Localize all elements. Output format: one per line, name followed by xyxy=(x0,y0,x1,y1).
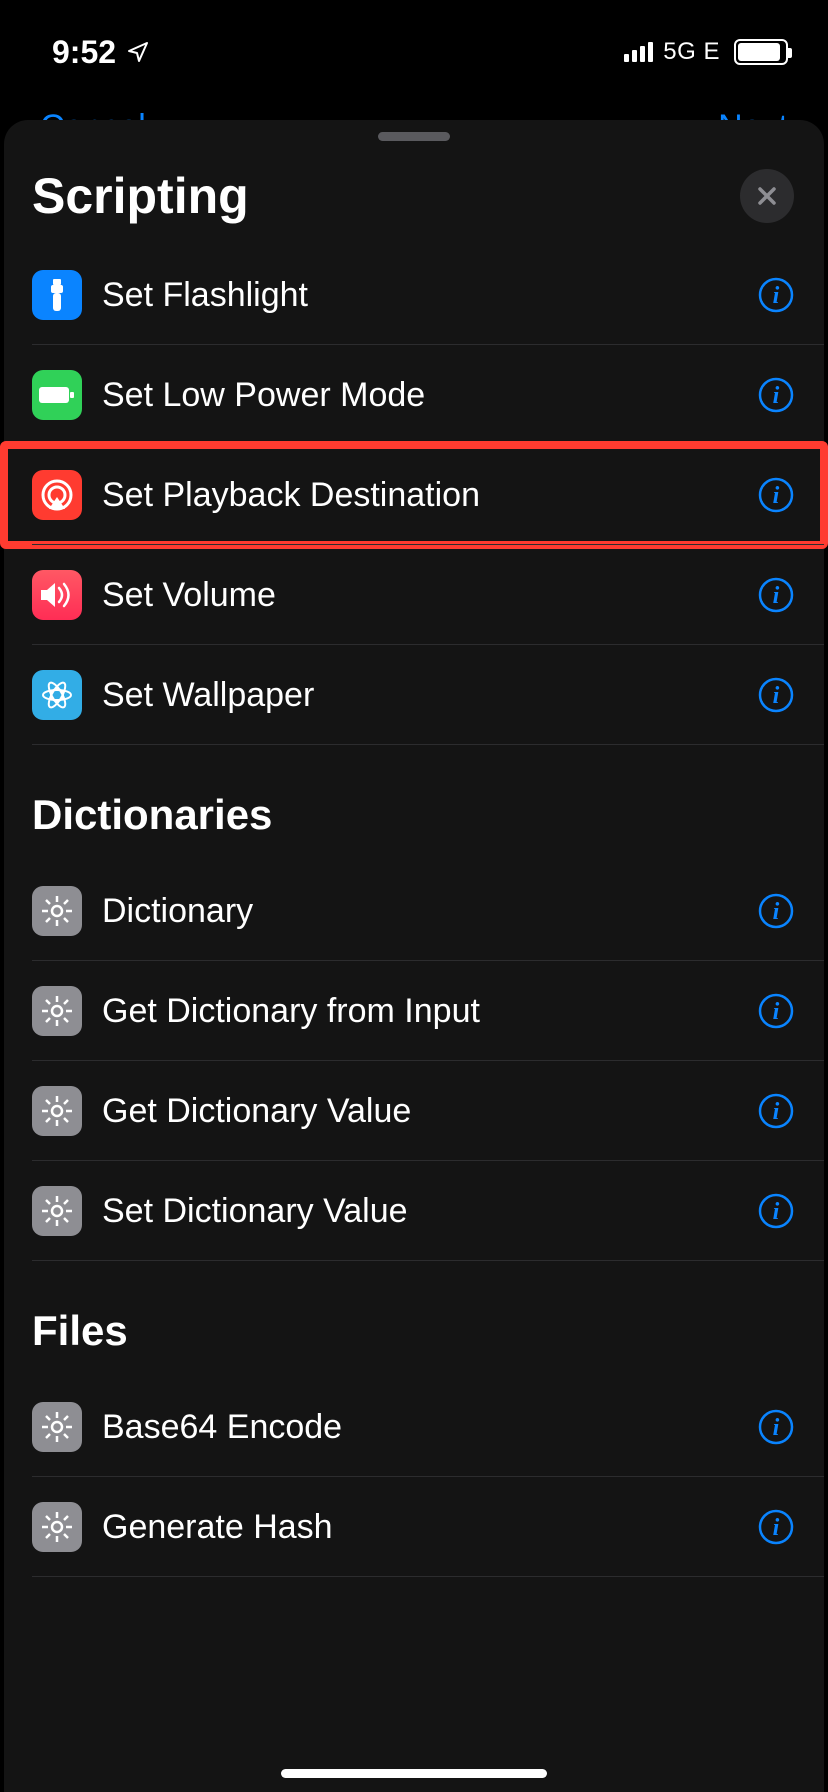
action-label: Set Flashlight xyxy=(102,276,756,315)
info-button[interactable]: i xyxy=(756,991,796,1031)
svg-text:i: i xyxy=(773,1199,780,1225)
action-label: Dictionary xyxy=(102,892,756,931)
info-icon: i xyxy=(758,1509,794,1545)
section-title-files: Files xyxy=(4,1261,824,1377)
svg-text:i: i xyxy=(773,1415,780,1441)
close-icon xyxy=(755,184,779,208)
scripting-sheet: Scripting Set Flashlight i Set Low Power… xyxy=(4,120,824,1792)
gear-icon xyxy=(32,1186,82,1236)
action-label: Set Wallpaper xyxy=(102,676,756,715)
action-row-generate-hash[interactable]: Generate Hash i xyxy=(4,1477,824,1577)
gear-icon xyxy=(32,1502,82,1552)
info-icon: i xyxy=(758,477,794,513)
sheet-title: Scripting xyxy=(32,167,249,225)
status-time: 9:52 xyxy=(52,34,116,71)
action-row-base64-encode[interactable]: Base64 Encode i xyxy=(4,1377,824,1477)
info-button[interactable]: i xyxy=(756,675,796,715)
status-bar: 9:52 5G E xyxy=(0,0,828,88)
flashlight-icon xyxy=(32,270,82,320)
sheet-grabber[interactable] xyxy=(378,132,450,141)
info-button[interactable]: i xyxy=(756,1191,796,1231)
action-label: Set Volume xyxy=(102,576,756,615)
svg-text:i: i xyxy=(773,1515,780,1541)
sheet-header: Scripting xyxy=(4,141,824,245)
action-row-set-flashlight[interactable]: Set Flashlight i xyxy=(4,245,824,345)
action-row-set-volume[interactable]: Set Volume i xyxy=(4,545,824,645)
svg-text:i: i xyxy=(773,583,780,609)
battery-mode-icon xyxy=(32,370,82,420)
info-icon: i xyxy=(758,1409,794,1445)
action-label: Base64 Encode xyxy=(102,1408,756,1447)
action-label: Generate Hash xyxy=(102,1508,756,1547)
info-button[interactable]: i xyxy=(756,1091,796,1131)
svg-text:i: i xyxy=(773,483,780,509)
action-label: Set Playback Destination xyxy=(102,476,756,515)
airplay-icon xyxy=(32,470,82,520)
info-icon: i xyxy=(758,993,794,1029)
section-title-dictionaries: Dictionaries xyxy=(4,745,824,861)
info-icon: i xyxy=(758,677,794,713)
info-icon: i xyxy=(758,1093,794,1129)
action-label: Get Dictionary from Input xyxy=(102,992,756,1031)
battery-icon xyxy=(734,39,788,65)
action-row-set-wallpaper[interactable]: Set Wallpaper i xyxy=(4,645,824,745)
info-button[interactable]: i xyxy=(756,891,796,931)
location-icon xyxy=(126,40,150,64)
svg-text:i: i xyxy=(773,1099,780,1125)
svg-text:i: i xyxy=(773,383,780,409)
info-button[interactable]: i xyxy=(756,275,796,315)
volume-icon xyxy=(32,570,82,620)
action-label: Set Low Power Mode xyxy=(102,376,756,415)
wallpaper-icon xyxy=(32,670,82,720)
info-button[interactable]: i xyxy=(756,475,796,515)
action-row-get-dictionary-value[interactable]: Get Dictionary Value i xyxy=(4,1061,824,1161)
info-icon: i xyxy=(758,1193,794,1229)
status-left: 9:52 xyxy=(52,34,150,71)
info-icon: i xyxy=(758,577,794,613)
action-label: Get Dictionary Value xyxy=(102,1092,756,1131)
info-button[interactable]: i xyxy=(756,1407,796,1447)
action-row-dictionary[interactable]: Dictionary i xyxy=(4,861,824,961)
info-button[interactable]: i xyxy=(756,575,796,615)
network-type-label: 5G E xyxy=(663,38,720,66)
svg-text:i: i xyxy=(773,283,780,309)
info-icon: i xyxy=(758,277,794,313)
action-row-set-playback-destination[interactable]: Set Playback Destination i xyxy=(4,445,824,545)
gear-icon xyxy=(32,1086,82,1136)
action-row-get-dictionary-from-input[interactable]: Get Dictionary from Input i xyxy=(4,961,824,1061)
info-icon: i xyxy=(758,893,794,929)
home-indicator[interactable] xyxy=(281,1769,547,1778)
action-row-set-dictionary-value[interactable]: Set Dictionary Value i xyxy=(4,1161,824,1261)
gear-icon xyxy=(32,1402,82,1452)
action-row-set-low-power-mode[interactable]: Set Low Power Mode i xyxy=(4,345,824,445)
action-label: Set Dictionary Value xyxy=(102,1192,756,1231)
status-right: 5G E xyxy=(624,38,788,66)
info-button[interactable]: i xyxy=(756,1507,796,1547)
info-icon: i xyxy=(758,377,794,413)
cellular-signal-icon xyxy=(624,42,653,62)
svg-text:i: i xyxy=(773,899,780,925)
close-button[interactable] xyxy=(740,169,794,223)
info-button[interactable]: i xyxy=(756,375,796,415)
svg-text:i: i xyxy=(773,999,780,1025)
gear-icon xyxy=(32,886,82,936)
gear-icon xyxy=(32,986,82,1036)
svg-text:i: i xyxy=(773,683,780,709)
